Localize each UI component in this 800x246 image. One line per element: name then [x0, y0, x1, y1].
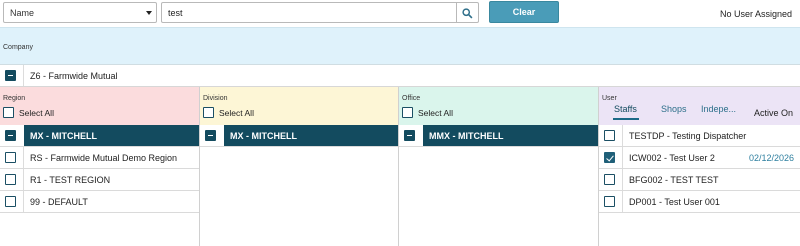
- region-header: Region Select All: [0, 87, 199, 125]
- user-label: User: [602, 95, 617, 102]
- division-row-checkbox[interactable]: [205, 130, 216, 141]
- search-icon: [462, 8, 473, 19]
- division-panel: Division Select All MX - MITCHELL: [200, 87, 399, 246]
- filter-select-value: Name: [10, 8, 35, 18]
- divider: [622, 169, 623, 190]
- division-label: Division: [203, 95, 228, 102]
- divider: [23, 147, 24, 168]
- region-row-checkbox[interactable]: [5, 152, 16, 163]
- search-input[interactable]: [161, 2, 457, 23]
- active-tab-indicator: [613, 118, 639, 120]
- region-select-all-checkbox[interactable]: [3, 107, 14, 118]
- divider: [622, 125, 623, 146]
- divider: [23, 169, 24, 190]
- office-row-selected[interactable]: MMX - MITCHELL: [399, 125, 598, 147]
- company-row[interactable]: Z6 - Farmwide Mutual: [0, 65, 800, 87]
- division-select-all-label[interactable]: Select All: [219, 108, 254, 118]
- region-row-label: MX - MITCHELL: [30, 131, 97, 141]
- clear-button[interactable]: Clear: [489, 1, 559, 23]
- region-row-label: 99 - DEFAULT: [30, 197, 88, 207]
- user-assigned-status: No User Assigned: [719, 9, 792, 19]
- region-row-checkbox[interactable]: [5, 174, 16, 185]
- office-panel: Office Select All MMX - MITCHELL: [399, 87, 599, 246]
- office-row-label: MMX - MITCHELL: [429, 131, 504, 141]
- company-label: Company: [3, 44, 33, 51]
- user-row[interactable]: ICW002 - Test User 2 02/12/2026: [599, 147, 800, 169]
- user-row[interactable]: DP001 - Test User 001: [599, 191, 800, 213]
- region-row-checkbox[interactable]: [5, 196, 16, 207]
- region-select-all-label[interactable]: Select All: [19, 108, 54, 118]
- divider: [23, 65, 24, 86]
- division-row-selected[interactable]: MX - MITCHELL: [200, 125, 398, 147]
- user-row-label: ICW002 - Test User 2: [629, 153, 715, 163]
- active-on-date: 02/12/2026: [748, 153, 794, 163]
- division-row-label: MX - MITCHELL: [230, 131, 297, 141]
- region-row-checkbox[interactable]: [5, 130, 16, 141]
- office-row-checkbox[interactable]: [404, 130, 415, 141]
- region-row-selected[interactable]: MX - MITCHELL: [0, 125, 199, 147]
- search-button[interactable]: [457, 2, 479, 23]
- division-select-all-checkbox[interactable]: [203, 107, 214, 118]
- office-select-all-checkbox[interactable]: [402, 107, 413, 118]
- user-panel: User Staffs Shops Indepe... Active On TE…: [599, 87, 800, 246]
- region-row-label: RS - Farmwide Mutual Demo Region: [30, 153, 178, 163]
- divider: [622, 191, 623, 212]
- user-row-label: TESTDP - Testing Dispatcher: [629, 131, 747, 141]
- user-row[interactable]: TESTDP - Testing Dispatcher: [599, 125, 800, 147]
- region-panel: Region Select All MX - MITCHELL RS - Far…: [0, 87, 200, 246]
- user-row-checkbox[interactable]: [604, 174, 615, 185]
- user-row-checkbox[interactable]: [604, 130, 615, 141]
- user-row-label: DP001 - Test User 001: [629, 197, 720, 207]
- user-row[interactable]: BFG002 - TEST TEST: [599, 169, 800, 191]
- region-row[interactable]: RS - Farmwide Mutual Demo Region: [0, 147, 199, 169]
- company-header: Company: [0, 27, 800, 65]
- office-label: Office: [402, 95, 421, 102]
- user-row-label: BFG002 - TEST TEST: [629, 175, 719, 185]
- company-checkbox[interactable]: [5, 70, 16, 81]
- user-row-checkbox[interactable]: [604, 196, 615, 207]
- region-row[interactable]: R1 - TEST REGION: [0, 169, 199, 191]
- divider: [622, 147, 623, 168]
- user-header: User Staffs Shops Indepe... Active On: [599, 87, 800, 125]
- user-row-checkbox-checked[interactable]: [604, 152, 615, 163]
- office-select-all-label[interactable]: Select All: [418, 108, 453, 118]
- region-row-label: R1 - TEST REGION: [30, 175, 111, 185]
- tab-independents[interactable]: Indepe...: [701, 104, 736, 114]
- company-name: Z6 - Farmwide Mutual: [30, 71, 118, 81]
- tab-shops[interactable]: Shops: [661, 104, 687, 114]
- filter-select[interactable]: Name: [3, 2, 157, 23]
- active-on-header: Active On: [753, 108, 793, 118]
- office-header: Office Select All: [399, 87, 598, 125]
- toolbar: Name Clear No User Assigned: [0, 0, 800, 26]
- tab-staffs[interactable]: Staffs: [614, 104, 637, 114]
- division-header: Division Select All: [200, 87, 398, 125]
- divider: [23, 191, 24, 212]
- region-label: Region: [3, 95, 26, 102]
- chevron-down-icon: [146, 11, 152, 15]
- region-row[interactable]: 99 - DEFAULT: [0, 191, 199, 213]
